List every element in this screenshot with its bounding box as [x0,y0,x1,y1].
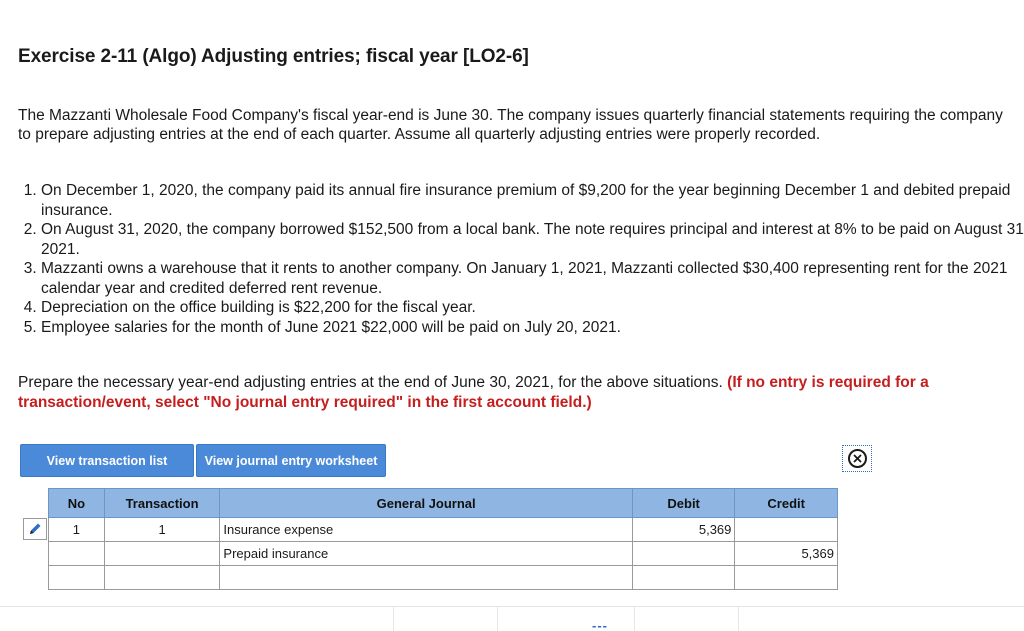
column-divider [634,607,635,631]
close-circle-icon [847,449,867,468]
column-divider [393,607,394,631]
header-general-journal: General Journal [219,488,633,518]
cell-debit [631,541,736,566]
edit-row-button[interactable] [23,518,47,540]
table-row[interactable]: Prepaid insurance 5,369 [48,541,838,566]
exercise-intro: The Mazzanti Wholesale Food Company's fi… [18,107,1003,143]
journal-header-row: No Transaction General Journal Debit Cre… [48,488,838,518]
cell-debit: 5,369 [631,517,736,542]
cell-account: Insurance expense [219,517,633,542]
cell-transaction: 1 [103,517,221,542]
instructions: Prepare the necessary year-end adjusting… [18,373,1018,412]
cell-credit: 5,369 [734,541,838,566]
table-row[interactable] [48,565,838,590]
column-divider [497,607,498,631]
cell-no: 1 [48,517,105,542]
column-divider [738,607,739,631]
section-divider [0,606,1024,607]
situation-item: Employee salaries for the month of June … [41,318,1024,338]
cell-account: Prepaid insurance [219,541,633,566]
cell-debit [631,565,736,590]
pencil-icon [30,523,41,534]
cell-transaction [103,565,221,590]
exercise-page: Exercise 2-11 (Algo) Adjusting entries; … [0,0,1024,631]
instructions-text: Prepare the necessary year-end adjusting… [18,374,728,391]
cell-no [48,541,105,566]
exercise-title: Exercise 2-11 (Algo) Adjusting entries; … [18,46,529,67]
close-button[interactable] [842,445,872,472]
situation-list: On December 1, 2020, the company paid it… [18,181,1024,337]
table-row[interactable]: 1 1 Insurance expense 5,369 [48,517,838,542]
cell-account [219,565,633,590]
situation-item: On December 1, 2020, the company paid it… [41,181,1024,220]
cell-credit [734,565,838,590]
header-transaction: Transaction [103,488,221,518]
journal-table: No Transaction General Journal Debit Cre… [48,488,838,590]
cell-credit [734,517,838,542]
view-transaction-list-button[interactable]: View transaction list [20,444,194,477]
cell-no [48,565,105,590]
x-mark-icon [852,454,862,463]
scroll-indicator[interactable]: --- [592,619,608,631]
header-debit: Debit [631,488,736,518]
header-credit: Credit [734,488,838,518]
situation-item: On August 31, 2020, the company borrowed… [41,220,1024,259]
situation-item: Mazzanti owns a warehouse that it rents … [41,259,1024,298]
view-journal-worksheet-button[interactable]: View journal entry worksheet [196,444,386,477]
situation-item: Depreciation on the office building is $… [41,298,1024,318]
cell-transaction [103,541,221,566]
header-no: No [48,488,105,518]
